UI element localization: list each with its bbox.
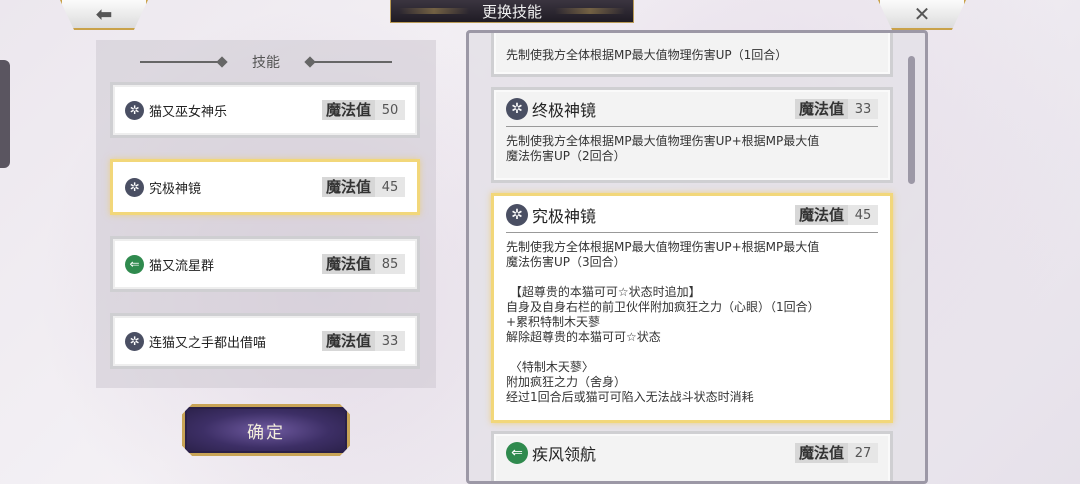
skill-header: ✲ 究极神镜 魔法值 45 [506, 204, 878, 226]
mp-value: 33 [854, 101, 872, 117]
mp-cost: 魔法值 85 [321, 254, 405, 274]
scrollbar-thumb[interactable] [908, 56, 915, 184]
mp-cost: 魔法值 45 [794, 205, 878, 225]
close-button[interactable]: ✕ [878, 0, 966, 30]
compass-icon: ✲ [125, 177, 144, 197]
skill-name: 究极神镜 [532, 207, 597, 226]
back-button[interactable]: ⬅ [60, 0, 148, 30]
mp-label: 魔法值 [321, 254, 375, 274]
panel-header-label: 技能 [252, 55, 280, 71]
skill-header: ✲ 终极神镜 魔法值 33 [506, 98, 878, 120]
close-icon: ✕ [913, 2, 931, 26]
skill-name: 究极神镜 [149, 181, 202, 197]
mp-label: 魔法值 [321, 177, 375, 197]
panel-header: 技能 [96, 52, 436, 72]
mp-label: 魔法值 [794, 443, 848, 463]
skill-list-panel[interactable]: 先制使我方全体根据MP最大值物理伤害UP（1回合） ✲ 终极神镜 魔法值 33 … [466, 30, 928, 484]
compass-icon: ✲ [506, 98, 528, 120]
arrow-left-icon: ⇐ [506, 442, 528, 464]
mp-value: 27 [854, 445, 872, 461]
skill-name: 疾风领航 [532, 445, 597, 464]
header-divider-right [306, 61, 392, 63]
mp-value: 50 [381, 102, 399, 118]
skill-header: ⇐ 疾风领航 魔法值 27 [506, 442, 878, 464]
page-title: 更换技能 [481, 2, 542, 21]
mp-label: 魔法值 [794, 99, 848, 119]
skill-name: 连猫又之手都出借喵 [149, 335, 267, 351]
skill-list-item-selected[interactable]: ✲ 究极神镜 魔法值 45 先制使我方全体根据MP最大值物理伤害UP+根据MP最… [491, 193, 893, 423]
skill-name: 猫又巫女神乐 [149, 104, 228, 120]
mp-label: 魔法值 [321, 331, 375, 351]
equipped-skills-panel: 技能 ✲ 猫又巫女神乐 魔法值 50 ✲ 究极神镜 魔法值 45 ⇐ 猫又流星群… [96, 40, 436, 388]
mp-value: 33 [381, 333, 399, 349]
skill-name: 猫又流星群 [149, 258, 215, 274]
skill-slot-2[interactable]: ✲ 究极神镜 魔法值 45 [110, 159, 420, 215]
mp-label: 魔法值 [794, 205, 848, 225]
skill-name: 终极神镜 [532, 101, 597, 120]
compass-icon: ✲ [125, 331, 144, 351]
mp-value: 85 [381, 256, 399, 272]
skill-list-item[interactable]: ⇐ 疾风领航 魔法值 27 [491, 431, 893, 481]
mp-value: 45 [381, 179, 399, 195]
mp-cost: 魔法值 33 [794, 99, 878, 119]
side-pull-tab[interactable] [0, 60, 10, 168]
header-divider-left [140, 61, 226, 63]
mp-cost: 魔法值 27 [794, 443, 878, 463]
skill-slot-4[interactable]: ✲ 连猫又之手都出借喵 魔法值 33 [110, 313, 420, 369]
skill-list-item[interactable]: 先制使我方全体根据MP最大值物理伤害UP（1回合） [491, 33, 893, 77]
compass-icon: ✲ [125, 100, 144, 120]
skill-slot-3[interactable]: ⇐ 猫又流星群 魔法值 85 [110, 236, 420, 292]
skill-slot-1[interactable]: ✲ 猫又巫女神乐 魔法值 50 [110, 82, 420, 138]
mp-cost: 魔法值 45 [321, 177, 405, 197]
title-ornament-right [555, 8, 625, 14]
arrow-left-icon: ⬅ [95, 2, 113, 26]
compass-icon: ✲ [506, 204, 528, 226]
skill-description: 先制使我方全体根据MP最大值物理伤害UP（1回合） [506, 48, 788, 62]
mp-cost: 魔法值 33 [321, 331, 405, 351]
page-title-bar: 更换技能 [390, 0, 634, 23]
skill-description: 先制使我方全体根据MP最大值物理伤害UP+根据MP最大值 魔法伤害UP（2回合） [506, 134, 820, 163]
arrow-left-icon: ⇐ [125, 254, 144, 274]
skill-list-item[interactable]: ✲ 终极神镜 魔法值 33 先制使我方全体根据MP最大值物理伤害UP+根据MP最… [491, 87, 893, 183]
mp-cost: 魔法值 50 [321, 100, 405, 120]
divider [506, 232, 878, 233]
mp-value: 45 [854, 207, 872, 223]
title-ornament-left [399, 8, 469, 14]
confirm-button[interactable]: 确定 [182, 404, 350, 456]
divider [506, 126, 878, 127]
skill-description: 先制使我方全体根据MP最大值物理伤害UP+根据MP最大值 魔法伤害UP（3回合）… [506, 240, 820, 404]
mp-label: 魔法值 [321, 100, 375, 120]
